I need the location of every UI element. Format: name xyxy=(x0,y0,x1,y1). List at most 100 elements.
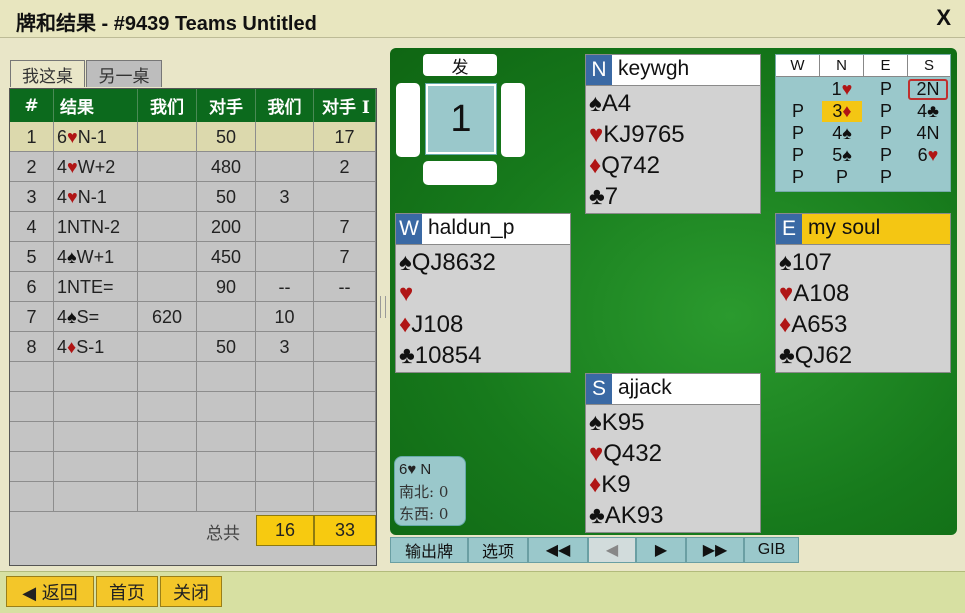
west-clubs[interactable]: ♣10854 xyxy=(399,340,482,371)
club-icon: ♣ xyxy=(399,342,415,369)
bid-cell: P xyxy=(791,123,804,143)
options-button[interactable]: 选项 xyxy=(468,537,528,563)
east-hearts[interactable]: ♥A108 xyxy=(779,278,849,309)
table-cell xyxy=(256,452,314,482)
south-spades[interactable]: ♠K95 xyxy=(589,407,644,438)
table-cell xyxy=(256,242,314,272)
east-player-name: my soul xyxy=(808,216,881,239)
south-seat-slot xyxy=(423,161,497,185)
bottom-bar: ◀ 返回 首页 关闭 xyxy=(0,571,965,613)
east-direction-badge: E xyxy=(776,214,802,244)
table-cell: 50 xyxy=(197,182,256,212)
bid-header-n: N xyxy=(820,55,864,77)
north-header: N keywgh xyxy=(585,54,761,86)
heart-icon: ♥ xyxy=(779,280,794,307)
bid-cell: P xyxy=(835,167,848,187)
table-cell xyxy=(138,332,197,362)
back-button[interactable]: ◀ 返回 xyxy=(6,576,94,607)
table-cell xyxy=(197,392,256,422)
table-cell: 8 xyxy=(10,332,54,362)
north-hearts[interactable]: ♥KJ9765 xyxy=(589,119,685,150)
east-seat-slot xyxy=(501,83,525,157)
close-button[interactable]: 关闭 xyxy=(160,576,222,607)
table-cell: 6 xyxy=(10,272,54,302)
table-cell xyxy=(314,392,376,422)
ns-score: 南北: 0 xyxy=(399,483,449,501)
col-header-we-imp: 我们 xyxy=(256,89,314,122)
last-trick-button[interactable]: ▶▶ xyxy=(686,537,744,563)
export-button[interactable]: 输出牌 xyxy=(390,537,468,563)
table-row xyxy=(10,392,376,422)
table-cell: 50 xyxy=(197,332,256,362)
west-diamonds[interactable]: ♦J108 xyxy=(399,309,463,340)
north-clubs[interactable]: ♣7 xyxy=(589,181,618,212)
south-clubs[interactable]: ♣AK93 xyxy=(589,500,663,531)
north-diamonds[interactable]: ♦Q742 xyxy=(589,150,660,181)
bid-header-e: E xyxy=(864,55,908,77)
suit-icon: ♥ xyxy=(67,126,78,147)
table-cell: 6 ♥ N-1 xyxy=(54,122,138,152)
south-hearts[interactable]: ♥Q432 xyxy=(589,438,662,469)
table-cell xyxy=(138,182,197,212)
west-header: W haldun_p xyxy=(395,213,571,245)
table-cell xyxy=(54,362,138,392)
spade-icon: ♠ xyxy=(399,249,412,276)
table-row[interactable]: 8 4 ♦ S-1 50 3 xyxy=(10,332,376,362)
east-diamonds[interactable]: ♦A653 xyxy=(779,309,847,340)
east-header: E my soul xyxy=(775,213,951,245)
table-row[interactable]: 1 6 ♥ N-1 50 17 xyxy=(10,122,376,152)
bid-cell: P xyxy=(791,145,804,165)
table-row[interactable]: 4 1NTN-2 200 7 xyxy=(10,212,376,242)
south-diamonds[interactable]: ♦K9 xyxy=(589,469,631,500)
tab-my-table[interactable]: 我这桌 xyxy=(10,60,85,87)
window-title: 牌和结果 - #9439 Teams Untitled xyxy=(16,13,317,35)
spade-icon: ♠ xyxy=(589,90,602,117)
table-cell: -- xyxy=(256,272,314,302)
spade-icon: ♠ xyxy=(779,249,792,276)
table-row[interactable]: 5 4 ♠ W+1 450 7 xyxy=(10,242,376,272)
table-row[interactable]: 7 4 ♠ S= 620 10 xyxy=(10,302,376,332)
table-cell: 200 xyxy=(197,212,256,242)
north-spades[interactable]: ♠A4 xyxy=(589,88,631,119)
table-cell xyxy=(256,392,314,422)
close-icon[interactable]: X xyxy=(936,5,951,31)
table-cell: 1NTE= xyxy=(54,272,138,302)
next-trick-button[interactable]: ▶ xyxy=(636,537,686,563)
bid-cell: P xyxy=(791,101,804,121)
north-direction-badge: N xyxy=(586,55,612,85)
table-cell: 450 xyxy=(197,242,256,272)
first-trick-button[interactable]: ◀◀ xyxy=(528,537,588,563)
tab-other-table[interactable]: 另一桌 xyxy=(86,60,162,87)
table-cell xyxy=(256,422,314,452)
table-row[interactable]: 2 4 ♥ W+2 480 2 xyxy=(10,152,376,182)
col-header-number: # xyxy=(10,89,54,122)
bid-header-s: S xyxy=(908,55,950,77)
gib-button[interactable]: GIB xyxy=(744,537,799,563)
west-hearts[interactable]: ♥ xyxy=(399,278,413,309)
east-clubs[interactable]: ♣QJ62 xyxy=(779,340,852,371)
panel-splitter[interactable] xyxy=(380,296,386,318)
suit-icon: ♥ xyxy=(67,156,78,177)
west-hand: W haldun_p ♠QJ8632 ♥ ♦J108 ♣10854 xyxy=(395,213,571,373)
west-spades[interactable]: ♠QJ8632 xyxy=(399,247,496,278)
table-cell: 3 xyxy=(256,182,314,212)
east-hand: E my soul ♠107 ♥A108 ♦A653 ♣QJ62 xyxy=(775,213,951,373)
table-cell xyxy=(10,452,54,482)
table-row[interactable]: 6 1NTE= 90 -- -- xyxy=(10,272,376,302)
table-row xyxy=(10,452,376,482)
south-cards: ♠K95 ♥Q432 ♦K9 ♣AK93 xyxy=(585,405,761,533)
home-button[interactable]: 首页 xyxy=(96,576,158,607)
table-cell: 4 ♥ W+2 xyxy=(54,152,138,182)
table-cell: 5 xyxy=(10,242,54,272)
bid-cell: 3 ♦ xyxy=(822,101,862,122)
bid-cell: 4N xyxy=(916,123,940,143)
table-row[interactable]: 3 4 ♥ N-1 50 3 xyxy=(10,182,376,212)
results-table-header: # 结果 我们 对手 我们 对手 I xyxy=(10,89,376,122)
table-cell xyxy=(138,482,197,512)
east-spades[interactable]: ♠107 xyxy=(779,247,832,278)
west-cards: ♠QJ8632 ♥ ♦J108 ♣10854 xyxy=(395,245,571,373)
total-we: 16 xyxy=(256,515,314,546)
prev-trick-button[interactable]: ◀ xyxy=(588,537,636,563)
north-cards: ♠A4 ♥KJ9765 ♦Q742 ♣7 xyxy=(585,86,761,214)
contract-summary: 6♥ N 南北: 0 东西: 0 xyxy=(394,456,466,526)
